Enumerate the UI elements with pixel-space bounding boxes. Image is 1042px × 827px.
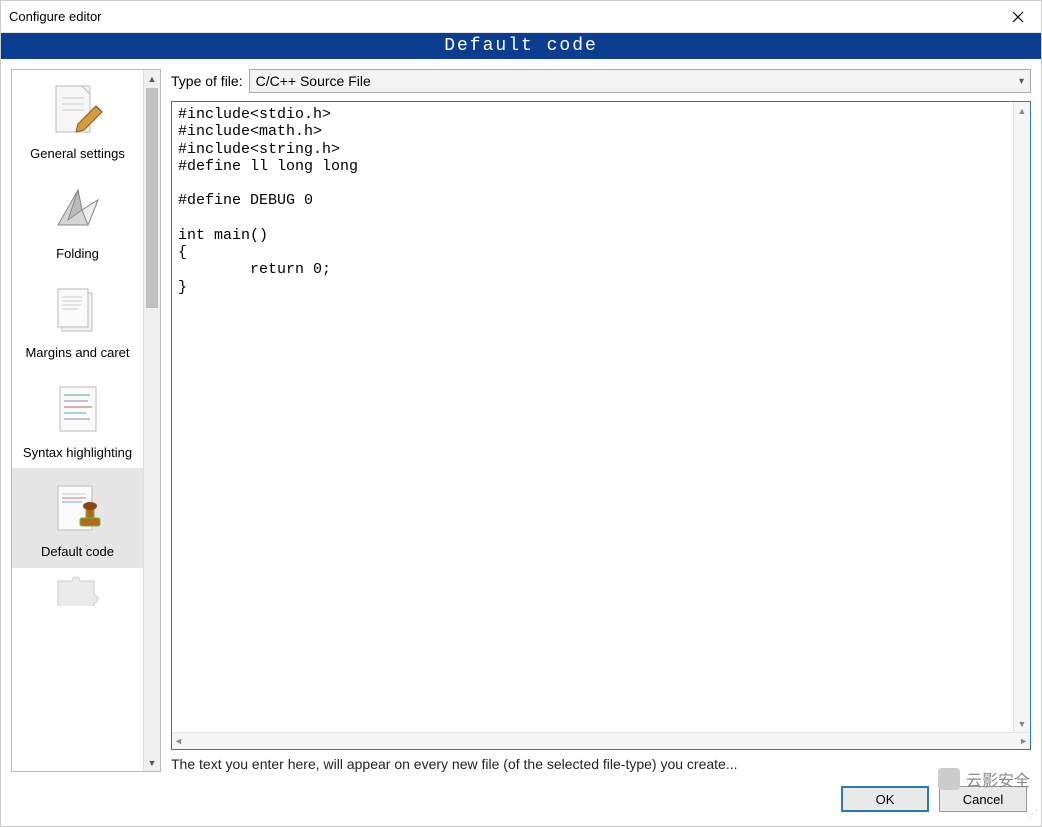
sidebar-item-margins-caret[interactable]: Margins and caret (12, 269, 143, 369)
scroll-left-icon[interactable]: ◄ (174, 736, 183, 746)
type-of-file-select[interactable]: C/C++ Source File ▾ (249, 69, 1031, 93)
scroll-up-icon[interactable]: ▲ (144, 70, 160, 87)
window-title: Configure editor (9, 9, 102, 24)
cancel-button[interactable]: Cancel (939, 786, 1027, 812)
scroll-down-icon[interactable]: ▼ (144, 754, 160, 771)
code-editor[interactable]: #include<stdio.h> #include<math.h> #incl… (171, 101, 1031, 750)
code-page-icon (46, 377, 110, 441)
dialog-footer: OK Cancel (1, 782, 1041, 826)
page-banner: Default code (1, 33, 1041, 59)
resize-grip-icon[interactable]: ⋰ (1028, 813, 1040, 825)
code-content[interactable]: #include<stdio.h> #include<math.h> #incl… (172, 102, 1030, 732)
scroll-thumb[interactable] (146, 88, 158, 308)
scroll-up-icon[interactable]: ▲ (1014, 102, 1030, 119)
sidebar-item-general-settings[interactable]: General settings (12, 70, 143, 170)
type-row: Type of file: C/C++ Source File ▾ (171, 69, 1031, 93)
stamp-page-icon (46, 476, 110, 540)
sidebar-item-default-code[interactable]: Default code (12, 468, 143, 568)
hint-text: The text you enter here, will appear on … (171, 756, 1031, 772)
page-pencil-icon (46, 78, 110, 142)
sidebar-item-label: Margins and caret (25, 345, 129, 361)
sidebar: General settings Folding (11, 69, 161, 772)
editor-vertical-scrollbar[interactable]: ▲ ▼ (1013, 102, 1030, 732)
sidebar-item-folding[interactable]: Folding (12, 170, 143, 270)
scroll-down-icon[interactable]: ▼ (1014, 715, 1030, 732)
configure-editor-window: Configure editor Default code (0, 0, 1042, 827)
main-panel: Type of file: C/C++ Source File ▾ #inclu… (171, 69, 1031, 772)
scroll-right-icon[interactable]: ► (1019, 736, 1028, 746)
type-of-file-value: C/C++ Source File (256, 73, 371, 89)
sidebar-scrollbar[interactable]: ▲ ▼ (143, 70, 160, 771)
titlebar: Configure editor (1, 1, 1041, 33)
close-icon (1012, 11, 1024, 23)
type-of-file-label: Type of file: (171, 73, 243, 89)
sidebar-list[interactable]: General settings Folding (12, 70, 143, 771)
chevron-down-icon: ▾ (1019, 76, 1024, 87)
dialog-body: General settings Folding (1, 59, 1041, 782)
sidebar-item-label: Default code (41, 544, 114, 560)
ok-button[interactable]: OK (841, 786, 929, 812)
sidebar-item-label: Folding (56, 246, 99, 262)
sidebar-item-label: General settings (30, 146, 125, 162)
sidebar-item-label: Syntax highlighting (23, 445, 132, 461)
origami-icon (46, 178, 110, 242)
pages-stack-icon (46, 277, 110, 341)
sidebar-item-more[interactable] (12, 568, 143, 610)
editor-horizontal-scrollbar[interactable]: ◄ ► (172, 732, 1030, 749)
close-button[interactable] (995, 1, 1041, 33)
puzzle-icon (46, 576, 110, 606)
sidebar-item-syntax-highlighting[interactable]: Syntax highlighting (12, 369, 143, 469)
